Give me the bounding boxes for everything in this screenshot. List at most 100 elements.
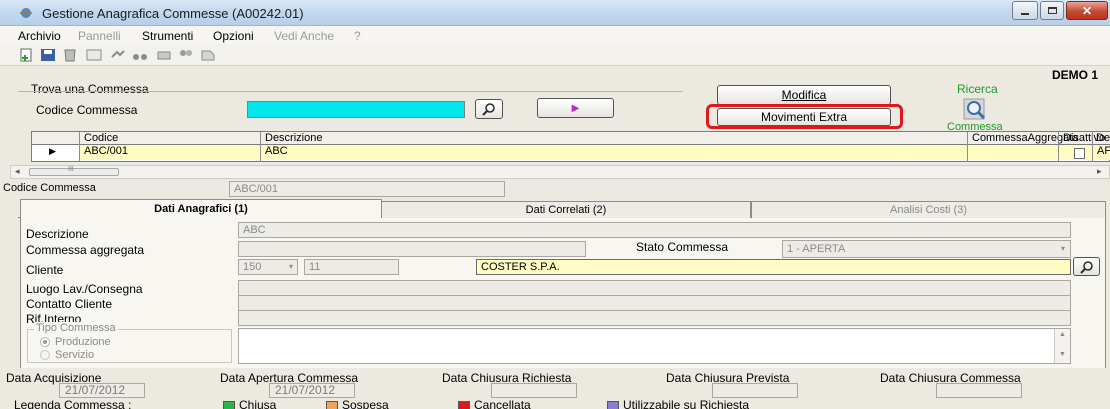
scroll-thumb[interactable]: III bbox=[29, 166, 119, 176]
movimenti-extra-button[interactable]: Movimenti Extra bbox=[717, 108, 891, 126]
detail-code-field: ABC/001 bbox=[229, 181, 505, 197]
date-chiusura-prevista-field[interactable] bbox=[712, 383, 798, 398]
sep-a bbox=[79, 132, 80, 161]
save-icon[interactable] bbox=[40, 48, 56, 62]
print-icon[interactable] bbox=[156, 48, 172, 62]
company-label: DEMO 1 bbox=[1052, 68, 1099, 82]
export-icon[interactable] bbox=[200, 48, 216, 62]
legend-cancellata-swatch bbox=[458, 401, 470, 409]
window-title: Gestione Anagrafica Commesse (A00242.01) bbox=[42, 6, 304, 21]
legend-cancellata-label: Cancellata bbox=[474, 400, 531, 409]
sep-e bbox=[1092, 132, 1093, 161]
scroll-right-icon[interactable]: ▸ bbox=[1097, 166, 1102, 177]
users-icon[interactable] bbox=[178, 48, 194, 62]
note-scroll-up-icon[interactable]: ▲ bbox=[1059, 331, 1066, 338]
maximize-button[interactable] bbox=[1040, 1, 1064, 20]
sep-b bbox=[260, 132, 261, 161]
close-button[interactable]: ✕ bbox=[1066, 1, 1108, 20]
menu-pannelli[interactable]: Pannelli bbox=[78, 29, 121, 43]
descrizione-field[interactable]: ABC bbox=[238, 222, 1071, 238]
note-scroll-down-icon[interactable]: ▼ bbox=[1059, 351, 1066, 358]
tab-analisi-costi[interactable]: Analisi Costi (3) bbox=[751, 201, 1106, 218]
date-acquisizione-field[interactable]: 21/07/2012 bbox=[59, 383, 145, 398]
cliente-code-select[interactable]: 150 ▾ bbox=[238, 259, 298, 275]
cliente-lookup-button[interactable] bbox=[1073, 257, 1100, 276]
magnifier-icon bbox=[482, 103, 495, 116]
search-go-button[interactable]: ▶ bbox=[537, 98, 614, 118]
grid-head-row bbox=[32, 132, 1110, 145]
legend-utilizzabile-label: Utilizzabile su Richiesta bbox=[623, 400, 750, 409]
date-chiusura-richiesta-field[interactable] bbox=[491, 383, 577, 398]
legend-chiusa-swatch bbox=[223, 401, 235, 409]
sep-d bbox=[1058, 132, 1059, 161]
contatto-field[interactable] bbox=[238, 295, 1071, 311]
note-textarea[interactable]: ▲ ▼ bbox=[238, 328, 1071, 364]
menu-help[interactable]: ? bbox=[354, 29, 361, 43]
delete-icon[interactable] bbox=[62, 48, 78, 62]
menu-strumenti[interactable]: Strumenti bbox=[142, 29, 193, 43]
aggregata-field[interactable] bbox=[238, 241, 586, 257]
ricerca-label: Ricerca bbox=[957, 82, 998, 96]
new-icon[interactable] bbox=[18, 48, 34, 62]
search-code-label: Codice Commessa bbox=[36, 103, 138, 117]
minimize-button[interactable] bbox=[1012, 1, 1038, 20]
contatto-label: Contatto Cliente bbox=[26, 297, 113, 311]
legend-bar: Legenda Commessa : Chiusa Sospesa Cancel… bbox=[0, 400, 1110, 409]
maximize-icon bbox=[1047, 7, 1057, 14]
play-arrow-icon: ▶ bbox=[571, 102, 580, 114]
modifica-button[interactable]: Modifica bbox=[717, 85, 891, 105]
row-codice[interactable]: ABC/001 bbox=[84, 145, 128, 157]
close-icon: ✕ bbox=[1081, 3, 1093, 18]
cliente-dropdown-icon: ▾ bbox=[288, 262, 293, 271]
search-code-input[interactable] bbox=[247, 101, 465, 118]
tipo-servizio-radio[interactable] bbox=[40, 350, 50, 360]
title-bar: Gestione Anagrafica Commesse (A00242.01)… bbox=[0, 0, 1110, 26]
grid-data-row[interactable] bbox=[79, 145, 1110, 160]
col-de-header[interactable]: De bbox=[1096, 132, 1110, 144]
legend-sospesa-label: Sospesa bbox=[342, 400, 389, 409]
row-descrizione[interactable]: ABC bbox=[265, 145, 288, 157]
legend-label: Legenda Commessa : bbox=[14, 400, 132, 409]
date-apertura-field[interactable]: 21/07/2012 bbox=[269, 383, 355, 398]
menu-archivio[interactable]: Archivio bbox=[18, 29, 61, 43]
tipo-produzione-radio[interactable] bbox=[40, 337, 50, 347]
date-chiusura-commessa-field[interactable] bbox=[936, 383, 1022, 398]
note-scrollbar[interactable]: ▲ ▼ bbox=[1054, 329, 1070, 363]
cliente-magnifier-icon bbox=[1079, 260, 1093, 274]
tipo-produzione-label: Produzione bbox=[55, 336, 111, 348]
descrizione-label: Descrizione bbox=[26, 227, 89, 241]
legend-sospesa-swatch bbox=[326, 401, 338, 409]
scroll-left-icon[interactable]: ◂ bbox=[15, 166, 20, 177]
grid-clean: Codice Descrizione CommessaAggregata Dis… bbox=[31, 131, 1110, 162]
tab-dati-anagrafici[interactable]: Dati Anagrafici (1) bbox=[20, 199, 382, 218]
menu-vedi-anche[interactable]: Vedi Anche bbox=[274, 29, 334, 43]
tab-dati-correlati[interactable]: Dati Correlati (2) bbox=[381, 201, 751, 218]
detail-code-label: Codice Commessa bbox=[3, 182, 96, 194]
stato-select[interactable]: 1 - APERTA ▾ bbox=[782, 240, 1071, 258]
grid-hscrollbar[interactable]: ◂ III ▸ bbox=[10, 165, 1110, 179]
window-icon[interactable] bbox=[86, 48, 102, 62]
cliente-label: Cliente bbox=[26, 263, 64, 277]
binoculars-icon[interactable] bbox=[132, 48, 148, 62]
cliente-name-field[interactable]: COSTER S.P.A. bbox=[476, 259, 1071, 275]
stato-dropdown-icon: ▾ bbox=[1060, 244, 1065, 253]
link-icon[interactable] bbox=[110, 48, 126, 62]
menu-opzioni[interactable]: Opzioni bbox=[213, 29, 254, 43]
cliente-sub-field[interactable]: 11 bbox=[304, 259, 399, 275]
rif-field[interactable] bbox=[238, 310, 1071, 326]
search-lookup-button[interactable] bbox=[475, 99, 503, 119]
ricerca-commessa-button[interactable] bbox=[958, 96, 992, 122]
minimize-icon bbox=[1021, 12, 1029, 15]
sep-c bbox=[967, 132, 968, 161]
stato-label: Stato Commessa bbox=[636, 240, 729, 254]
col-descrizione-header[interactable]: Descrizione bbox=[265, 132, 322, 144]
tipo-group-label: Tipo Commessa bbox=[34, 322, 118, 334]
tipo-servizio-label: Servizio bbox=[55, 349, 95, 361]
legend-chiusa-label: Chiusa bbox=[239, 400, 277, 409]
row-de[interactable]: AF bbox=[1097, 145, 1110, 157]
row-disattivo-checkbox[interactable] bbox=[1074, 148, 1085, 159]
luogo-field[interactable] bbox=[238, 280, 1071, 296]
col-codice-header[interactable]: Codice bbox=[84, 132, 118, 144]
app-icon bbox=[20, 8, 32, 18]
search-document-icon bbox=[963, 98, 986, 120]
